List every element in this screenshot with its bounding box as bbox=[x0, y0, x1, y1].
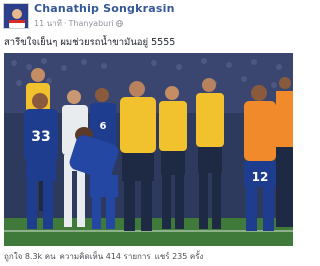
jersey-number-6: 6 bbox=[100, 121, 107, 132]
post-location[interactable]: Thanyaburi bbox=[69, 19, 114, 28]
post-meta: 11 นาที · Thanyaburi bbox=[34, 17, 123, 30]
globe-icon bbox=[115, 20, 123, 27]
jersey-number-12: 12 bbox=[252, 170, 269, 184]
post-stats: ถูกใจ 8.3k คน ความคิดเห็น 414 รายการ แชร… bbox=[4, 250, 203, 263]
shares-count[interactable]: แชร์ 235 ครั้ง bbox=[155, 250, 204, 263]
jersey-number-33: 33 bbox=[31, 129, 50, 145]
post-caption: สารีขใจเย็นๆ ผมช่วยรถน้ำขามันอยู่ 5555 bbox=[4, 37, 176, 48]
post-photo[interactable]: 33 6 12 bbox=[4, 53, 293, 246]
author-name[interactable]: Chanathip Songkrasin bbox=[34, 2, 175, 15]
post-time[interactable]: 11 นาที bbox=[34, 17, 62, 30]
meta-separator: · bbox=[63, 19, 67, 28]
photo-illustration: 33 6 12 bbox=[4, 53, 293, 246]
likes-count[interactable]: ถูกใจ 8.3k คน bbox=[4, 250, 56, 263]
facebook-post: Chanathip Songkrasin 11 นาที · Thanyabur… bbox=[0, 0, 300, 266]
comments-count[interactable]: ความคิดเห็น 414 รายการ bbox=[60, 250, 151, 263]
author-avatar[interactable] bbox=[3, 3, 29, 29]
